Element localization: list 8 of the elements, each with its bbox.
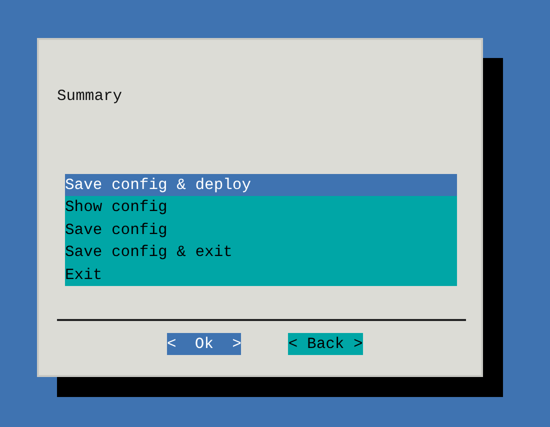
dialog-button[interactable]: < Ok >	[167, 333, 242, 356]
menu-item[interactable]: Show config	[65, 196, 457, 219]
menu-item[interactable]: Save config & exit	[65, 241, 457, 264]
dialog-button[interactable]: < Back >	[288, 333, 363, 356]
menu-item[interactable]: Save config	[65, 218, 457, 242]
menu-item[interactable]: Save config & deploy	[65, 174, 457, 196]
dialog-message: Summary	[57, 86, 124, 106]
menu-item[interactable]: Exit	[65, 264, 457, 286]
